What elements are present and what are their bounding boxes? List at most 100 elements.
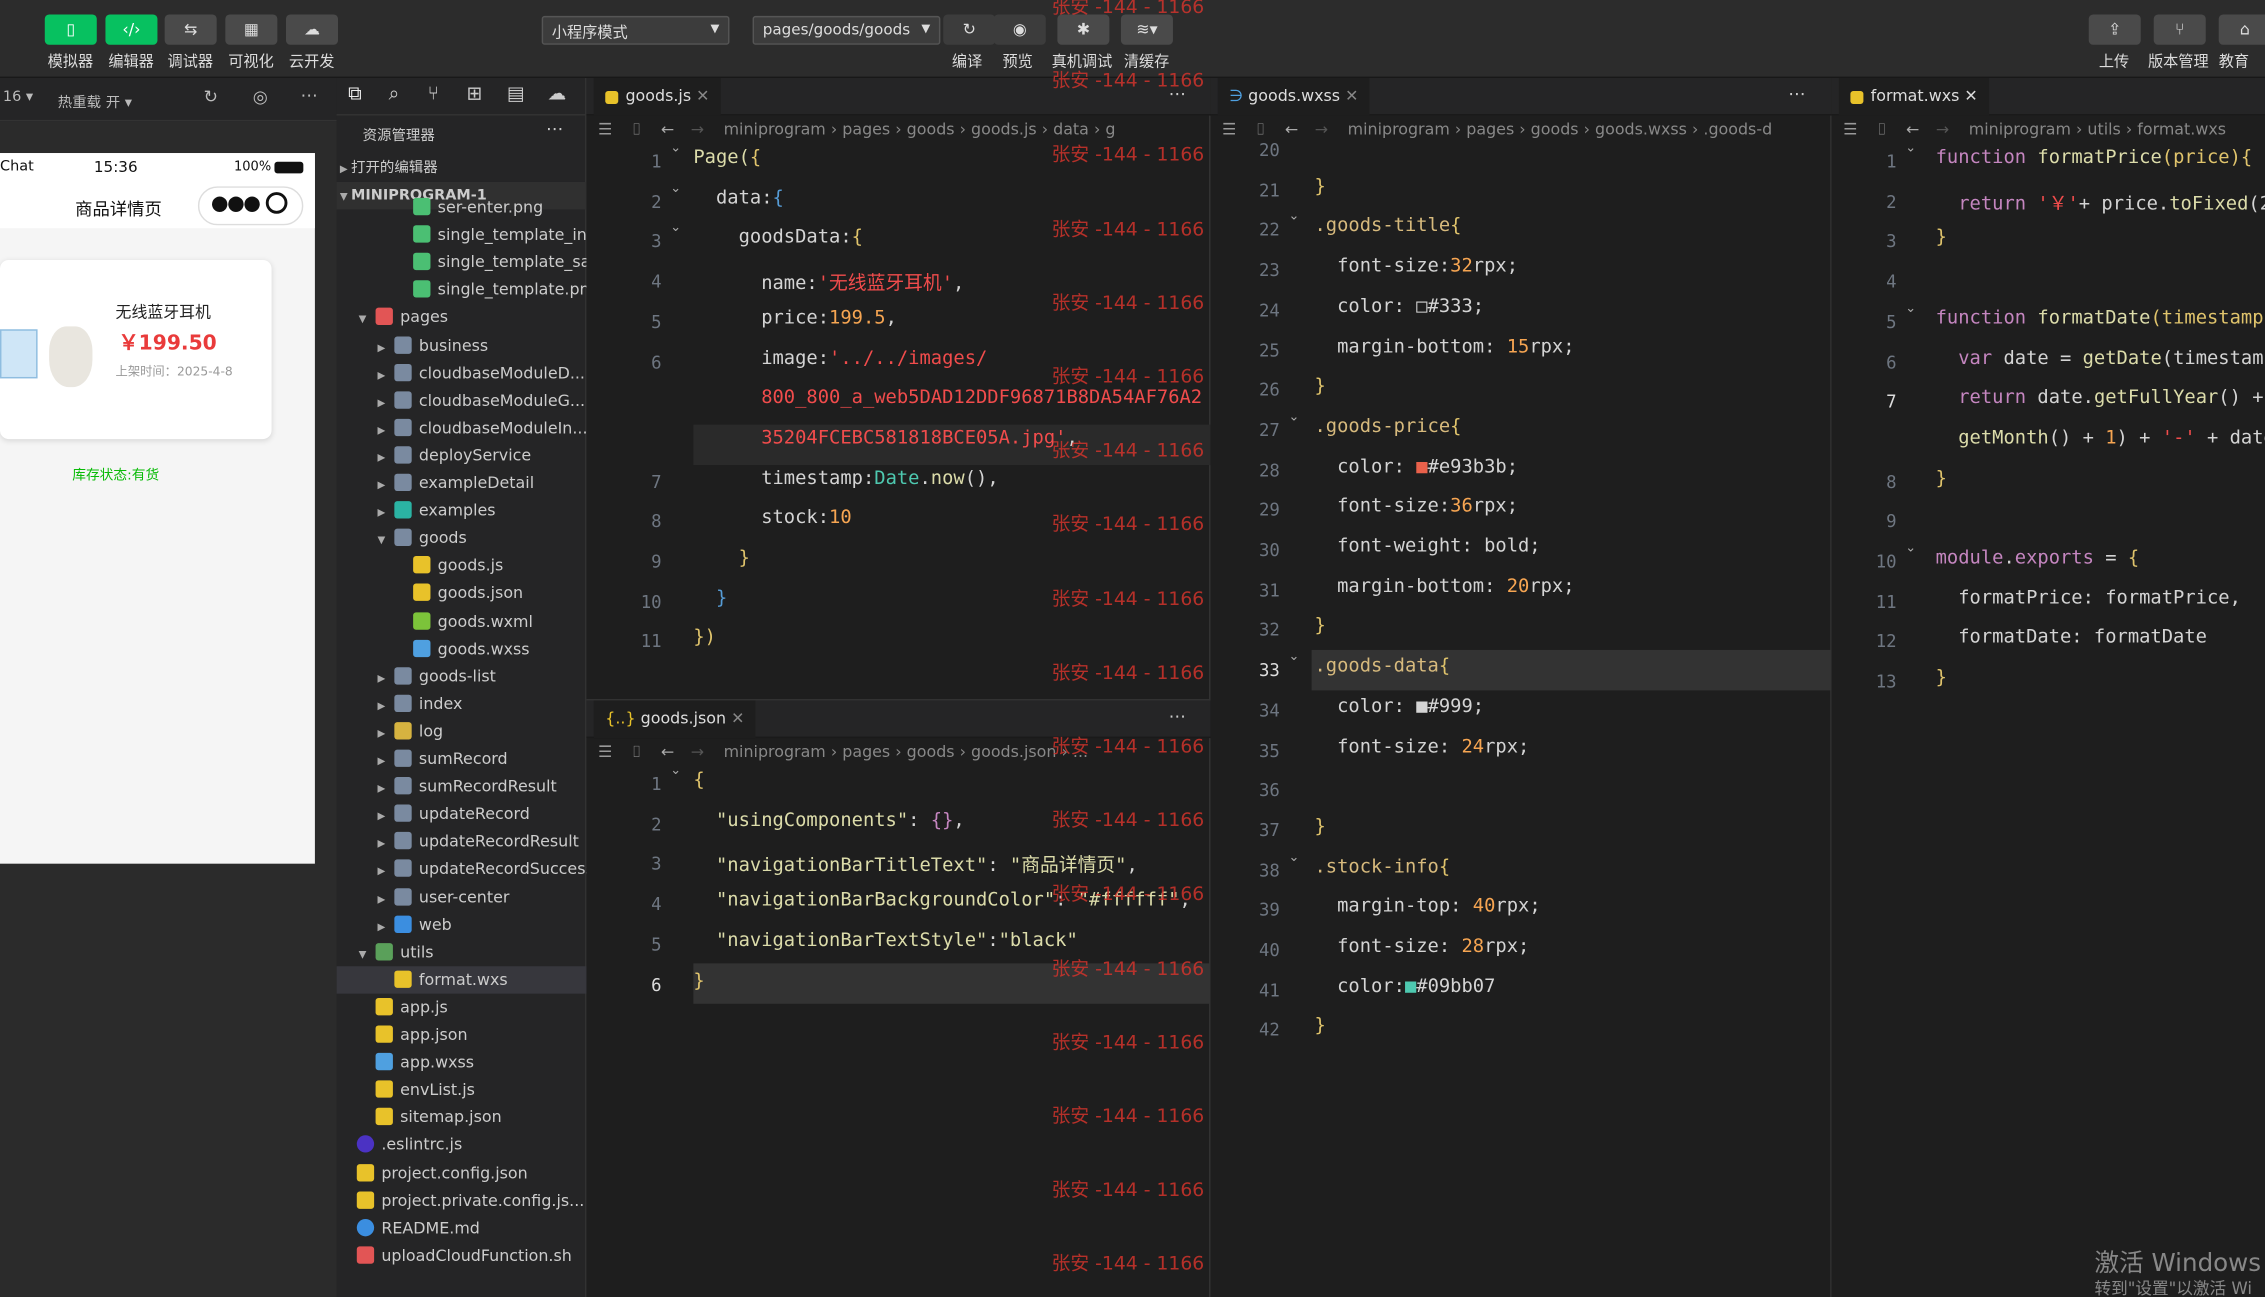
tree-item[interactable]: ▼ utils bbox=[337, 938, 587, 965]
back-icon[interactable]: ← bbox=[1285, 120, 1298, 139]
chevron-right-icon[interactable]: ▶ bbox=[374, 886, 388, 911]
tree-item[interactable]: app.js bbox=[337, 994, 587, 1021]
fold-icon[interactable]: ⌄ bbox=[670, 182, 681, 196]
tree-item[interactable]: ▶ updateRecordSuccess bbox=[337, 856, 586, 883]
explorer-more-icon[interactable]: ⋯ bbox=[546, 118, 563, 138]
clear-cache-button[interactable]: ≋▾ bbox=[1120, 14, 1173, 45]
close-capsule-icon[interactable] bbox=[265, 192, 288, 214]
source-control-icon[interactable]: ⑂ bbox=[428, 84, 439, 106]
tree-item[interactable]: single_template_inf... bbox=[337, 221, 586, 248]
tree-item[interactable]: app.json bbox=[337, 1021, 587, 1048]
tree-item[interactable]: ▶ business bbox=[337, 331, 587, 358]
close-icon[interactable]: ✕ bbox=[1345, 87, 1358, 106]
tree-item[interactable]: ▶ exampleDetail bbox=[337, 469, 587, 496]
files-icon[interactable]: ⧉ bbox=[348, 84, 361, 106]
tab-goods-js[interactable]: goods.js ✕ bbox=[593, 77, 722, 116]
tree-item[interactable]: goods.json bbox=[337, 580, 587, 607]
chevron-right-icon[interactable]: ▶ bbox=[374, 417, 388, 442]
fold-icon[interactable]: ⌄ bbox=[1905, 302, 1916, 316]
tree-item[interactable]: ▼ pages bbox=[337, 304, 587, 331]
chevron-right-icon[interactable]: ▶ bbox=[374, 914, 388, 939]
chevron-right-icon[interactable]: ▶ bbox=[374, 472, 388, 497]
more-icon[interactable]: ⋯ bbox=[1788, 84, 1805, 104]
cloud-dev-button[interactable]: ☁ bbox=[286, 14, 339, 45]
forward-icon[interactable]: → bbox=[1936, 120, 1949, 139]
zoom-select[interactable]: 16 ▾ bbox=[3, 90, 33, 106]
back-icon[interactable]: ← bbox=[1906, 120, 1919, 139]
chevron-right-icon[interactable]: ▶ bbox=[374, 831, 388, 856]
forward-icon[interactable]: → bbox=[691, 742, 704, 761]
visual-toggle-button[interactable]: ▦ bbox=[225, 14, 278, 45]
tree-item[interactable]: sitemap.json bbox=[337, 1104, 587, 1131]
tree-item[interactable]: .eslintrc.js bbox=[337, 1131, 587, 1158]
fold-icon[interactable]: ⌄ bbox=[1288, 650, 1299, 664]
chevron-right-icon[interactable]: ▶ bbox=[374, 803, 388, 828]
tree-item[interactable]: ▶ cloudbaseModuleIn... bbox=[337, 414, 586, 442]
rotate-icon[interactable]: ↻ bbox=[204, 87, 219, 107]
chevron-down-icon[interactable]: ▼ bbox=[374, 527, 388, 552]
cloud-icon[interactable]: ☁ bbox=[547, 84, 566, 106]
forward-icon[interactable]: → bbox=[691, 120, 704, 139]
tree-item[interactable]: goods.wxss bbox=[337, 635, 587, 662]
record-icon[interactable]: ◎ bbox=[253, 87, 268, 107]
tab-format-wxs[interactable]: format.wxs ✕ bbox=[1838, 77, 1990, 116]
tree-item[interactable]: goods.js bbox=[337, 552, 587, 579]
back-icon[interactable]: ← bbox=[661, 120, 674, 139]
chevron-right-icon[interactable]: ▶ bbox=[374, 362, 388, 387]
tree-item[interactable]: ▶ cloudbaseModuleD... bbox=[337, 359, 587, 386]
tree-item[interactable]: ▶ user-center bbox=[337, 883, 587, 910]
tree-item[interactable]: ▶ index bbox=[337, 690, 587, 717]
compile-page-select[interactable]: pages/goods/goods ▼ bbox=[752, 15, 941, 45]
education-button[interactable]: ⌂ bbox=[2218, 14, 2265, 45]
more-icon[interactable]: ⋯ bbox=[300, 85, 317, 105]
tree-item[interactable]: ser-enter.png bbox=[337, 194, 587, 221]
upload-button[interactable]: ⇪ bbox=[2088, 14, 2141, 45]
chevron-right-icon[interactable]: ▶ bbox=[374, 445, 388, 470]
open-editors-section[interactable]: ▶ 打开的编辑器 bbox=[337, 155, 587, 182]
tree-item[interactable]: ▶ log bbox=[337, 718, 587, 745]
bookmark-icon[interactable]: ⌷ bbox=[632, 742, 642, 761]
tree-item[interactable]: single_template_sa... bbox=[337, 249, 586, 276]
bookmark-icon[interactable]: ⌷ bbox=[1256, 120, 1266, 139]
tree-item[interactable]: ▶ cloudbaseModuleG... bbox=[337, 387, 587, 414]
fold-icon[interactable]: ⌄ bbox=[1288, 850, 1299, 864]
chevron-right-icon[interactable]: ▶ bbox=[374, 390, 388, 415]
tree-item[interactable]: ▶ updateRecord bbox=[337, 800, 587, 827]
fold-icon[interactable]: ⌄ bbox=[670, 764, 681, 778]
tree-item[interactable]: ▶ sumRecordResult bbox=[337, 773, 587, 800]
tree-item[interactable]: project.config.json bbox=[337, 1159, 587, 1186]
preview-button[interactable]: ◉ bbox=[993, 14, 1046, 45]
debug-panel-icon[interactable]: ▤ bbox=[507, 84, 525, 106]
chevron-right-icon[interactable]: ▶ bbox=[374, 693, 388, 718]
tree-item[interactable]: format.wxs bbox=[336, 965, 587, 994]
capsule-menu[interactable]: ●●● bbox=[197, 186, 304, 226]
chevron-right-icon[interactable]: ▶ bbox=[374, 748, 388, 773]
fold-icon[interactable]: ⌄ bbox=[1905, 542, 1916, 556]
list-icon[interactable]: ☰ bbox=[1843, 120, 1857, 139]
chevron-right-icon[interactable]: ▶ bbox=[374, 776, 388, 801]
tree-item[interactable]: ▼ goods bbox=[337, 525, 587, 552]
tree-item[interactable]: uploadCloudFunction.sh bbox=[337, 1242, 587, 1269]
simulator-toggle-button[interactable]: ▯ bbox=[44, 14, 97, 45]
tree-item[interactable]: ▶ updateRecordResult bbox=[337, 828, 587, 855]
real-device-debug-button[interactable]: ✱ bbox=[1057, 14, 1110, 45]
chevron-right-icon[interactable]: ▶ bbox=[374, 721, 388, 746]
list-icon[interactable]: ☰ bbox=[598, 742, 612, 761]
version-control-button[interactable]: ⑂ bbox=[2153, 14, 2206, 45]
tree-item[interactable]: ▶ deployService bbox=[337, 442, 587, 469]
chevron-right-icon[interactable]: ▶ bbox=[374, 858, 388, 883]
fold-icon[interactable]: ⌄ bbox=[1905, 142, 1916, 156]
compile-button[interactable]: ↻ bbox=[943, 14, 996, 45]
search-icon[interactable]: ⌕ bbox=[389, 84, 400, 106]
chevron-down-icon[interactable]: ▼ bbox=[355, 307, 369, 332]
back-icon[interactable]: ← bbox=[661, 742, 674, 761]
fold-icon[interactable]: ⌄ bbox=[670, 222, 681, 236]
tree-item[interactable]: project.private.config.js... bbox=[337, 1187, 587, 1214]
list-icon[interactable]: ☰ bbox=[598, 120, 612, 139]
forward-icon[interactable]: → bbox=[1315, 120, 1328, 139]
chevron-right-icon[interactable]: ▶ bbox=[374, 334, 388, 359]
list-icon[interactable]: ☰ bbox=[1222, 120, 1236, 139]
extensions-icon[interactable]: ⊞ bbox=[467, 84, 483, 106]
tree-item[interactable]: ▶ goods-list bbox=[337, 662, 587, 689]
tree-item[interactable]: ▶ web bbox=[337, 911, 587, 938]
